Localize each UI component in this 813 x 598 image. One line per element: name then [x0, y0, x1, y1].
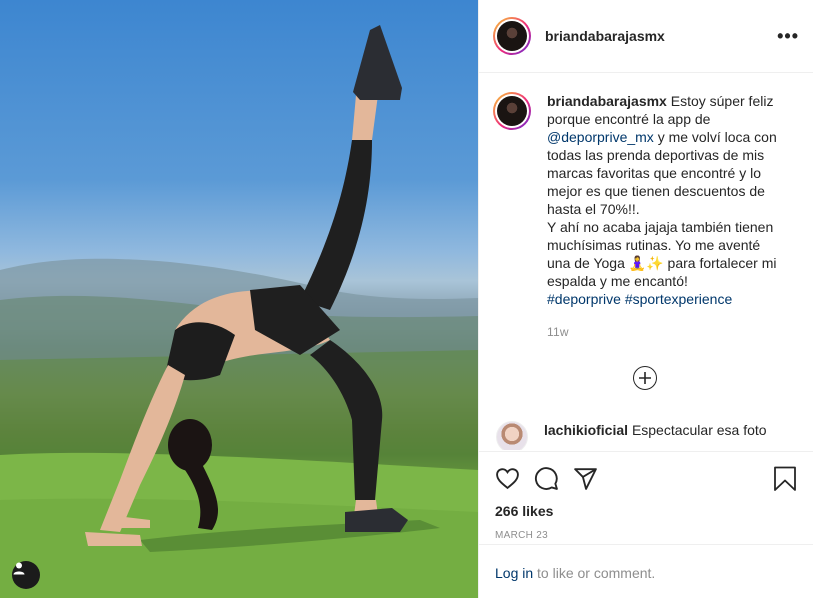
- yoga-pose-illustration: [0, 25, 478, 598]
- login-prompt: Log in to like or comment.: [479, 544, 813, 598]
- post-sidebar: briandabarajasmx ••• briandabarajasmx Es…: [478, 0, 813, 598]
- heart-icon[interactable]: [495, 466, 520, 491]
- yoga-emojis: 🧘‍♀️✨: [628, 255, 664, 271]
- login-link[interactable]: Log in: [495, 565, 533, 581]
- post-header: briandabarajasmx •••: [479, 0, 813, 73]
- comment-avatar[interactable]: [496, 421, 528, 450]
- hashtag-deporprive[interactable]: #deporprive: [547, 291, 621, 307]
- comment-item: lachikioficial Espectacular esa foto: [496, 421, 767, 450]
- comment-username[interactable]: lachikioficial: [544, 422, 628, 438]
- comment-icon[interactable]: [534, 466, 559, 491]
- login-prompt-text: to like or comment.: [537, 565, 656, 581]
- more-options-icon[interactable]: •••: [777, 26, 799, 47]
- hashtag-sportexperience[interactable]: #sportexperience: [625, 291, 732, 307]
- likes-count[interactable]: 266 likes: [479, 494, 813, 519]
- paper-plane-icon[interactable]: [573, 466, 598, 491]
- instagram-post: briandabarajasmx ••• briandabarajasmx Es…: [0, 0, 813, 598]
- comment-body: Espectacular esa foto: [631, 422, 767, 438]
- post-date[interactable]: MARCH 23: [479, 519, 813, 541]
- post-caption: briandabarajasmx Estoy súper feliz porqu…: [479, 74, 813, 308]
- user-tag-icon[interactable]: [12, 561, 40, 589]
- author-avatar[interactable]: [493, 17, 531, 55]
- action-icons: [479, 452, 813, 494]
- caption-username[interactable]: briandabarajasmx: [547, 93, 667, 109]
- post-actions: 266 likes MARCH 23: [479, 451, 813, 541]
- post-time[interactable]: 11w: [547, 325, 813, 339]
- bookmark-icon[interactable]: [773, 466, 797, 492]
- comment-text: lachikioficial Espectacular esa foto: [544, 421, 767, 450]
- post-photo[interactable]: [0, 0, 478, 598]
- author-username[interactable]: briandabarajasmx: [545, 28, 665, 44]
- plus-circle-icon[interactable]: [633, 366, 657, 390]
- caption-avatar[interactable]: [493, 92, 531, 130]
- caption-text: briandabarajasmx Estoy súper feliz porqu…: [547, 92, 785, 308]
- mention-link[interactable]: @deporprive_mx: [547, 129, 654, 145]
- comments-section: briandabarajasmx Estoy súper feliz porqu…: [479, 74, 813, 450]
